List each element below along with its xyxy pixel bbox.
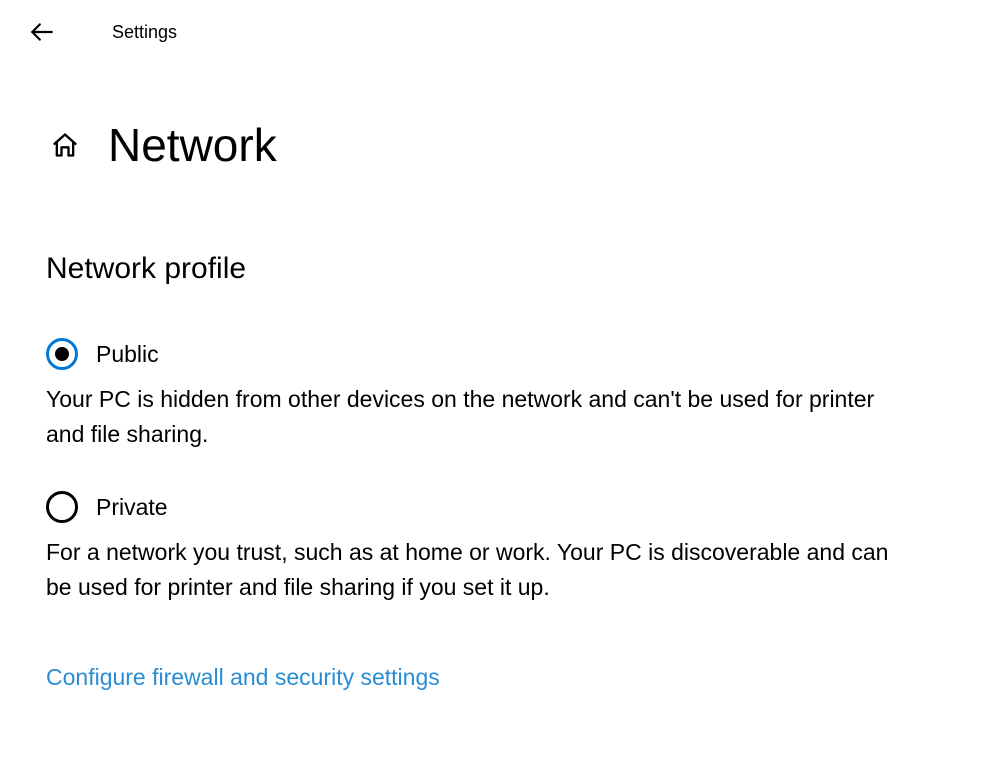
- option-private: Private For a network you trust, such as…: [46, 491, 896, 604]
- page-title: Network: [108, 118, 277, 172]
- radio-public-indicator: [46, 338, 78, 370]
- radio-public[interactable]: Public: [46, 338, 896, 370]
- option-public: Public Your PC is hidden from other devi…: [46, 338, 896, 451]
- configure-firewall-link[interactable]: Configure firewall and security settings: [46, 664, 440, 691]
- option-private-description: For a network you trust, such as at home…: [46, 535, 896, 604]
- radio-public-label: Public: [96, 341, 159, 368]
- radio-private-indicator: [46, 491, 78, 523]
- section-title: Network profile: [46, 252, 1000, 286]
- back-button[interactable]: [28, 18, 56, 46]
- app-title: Settings: [112, 22, 177, 43]
- radio-private[interactable]: Private: [46, 491, 896, 523]
- arrow-left-icon: [29, 19, 55, 45]
- option-public-description: Your PC is hidden from other devices on …: [46, 382, 896, 451]
- network-profile-options: Public Your PC is hidden from other devi…: [46, 338, 896, 604]
- home-icon: [51, 131, 79, 159]
- page-header: Network: [0, 118, 1000, 172]
- home-button[interactable]: [50, 130, 80, 160]
- top-bar: Settings: [0, 0, 1000, 46]
- radio-private-label: Private: [96, 494, 168, 521]
